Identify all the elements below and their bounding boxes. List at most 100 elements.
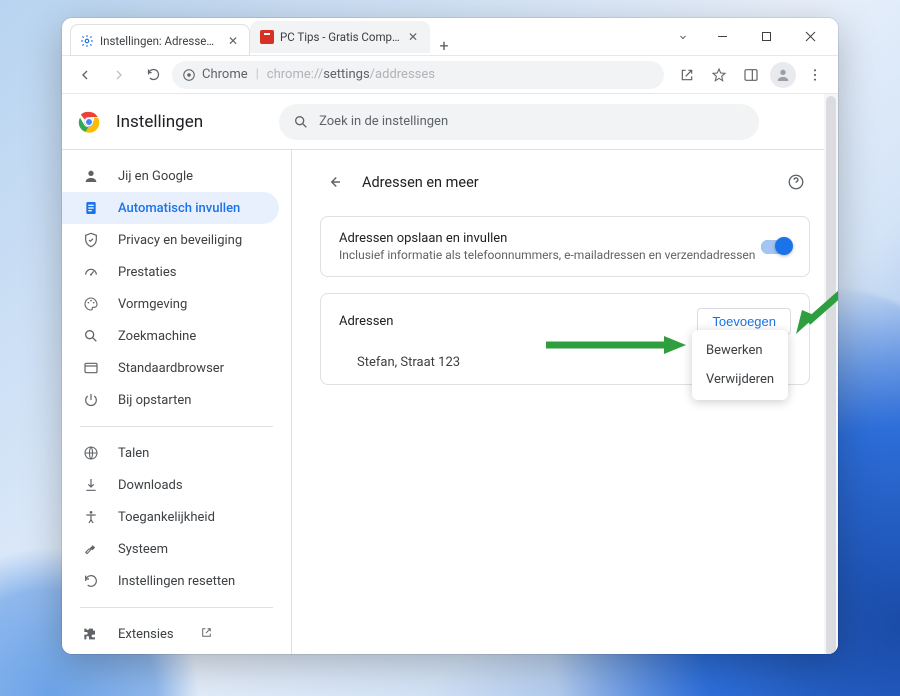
page-title: Instellingen xyxy=(116,112,203,132)
settings-header: Instellingen Zoek in de instellingen xyxy=(62,94,838,150)
context-delete[interactable]: Verwijderen xyxy=(692,365,788,394)
share-icon[interactable] xyxy=(672,60,702,90)
close-button[interactable] xyxy=(788,23,832,51)
url-text: chrome://settings/addresses xyxy=(267,67,435,82)
close-icon[interactable]: ✕ xyxy=(406,30,420,44)
extension-icon xyxy=(82,625,100,643)
settings-page: Instellingen Zoek in de instellingen Jij… xyxy=(62,94,838,654)
sidebar-label: Automatisch invullen xyxy=(118,201,240,216)
address-context-menu: Bewerken Verwijderen xyxy=(692,330,788,400)
palette-icon xyxy=(82,295,100,313)
reload-button[interactable] xyxy=(138,60,168,90)
browser-icon xyxy=(82,359,100,377)
row-title: Adressen opslaan en invullen xyxy=(339,231,761,246)
sidebar-label: Systeem xyxy=(118,542,168,557)
forward-button[interactable] xyxy=(104,60,134,90)
external-link-icon xyxy=(200,626,213,643)
annotation-arrow xyxy=(546,336,686,354)
settings-body: Jij en Google Automatisch invullen Priva… xyxy=(62,150,838,654)
address-text: Stefan, Straat 123 xyxy=(357,355,460,370)
annotation-arrow xyxy=(794,290,838,334)
sidebar-label: Bij opstarten xyxy=(118,393,191,408)
bookmark-icon[interactable] xyxy=(704,60,734,90)
back-arrow-button[interactable] xyxy=(320,168,348,196)
settings-main: Adressen en meer Adressen opslaan en inv… xyxy=(292,150,838,654)
search-icon xyxy=(293,114,309,130)
menu-icon[interactable] xyxy=(800,60,830,90)
tab-settings[interactable]: Instellingen: Adressen en meer ✕ xyxy=(70,24,250,56)
sidebar-item-search-engine[interactable]: Zoekmachine xyxy=(62,320,279,352)
tab-title: Instellingen: Adressen en meer xyxy=(100,34,220,48)
sidebar-item-appearance[interactable]: Vormgeving xyxy=(62,288,279,320)
sidebar-item-extensions[interactable]: Extensies xyxy=(62,618,279,650)
search-icon xyxy=(82,327,100,345)
site-icon xyxy=(260,30,274,44)
sidebar-item-privacy[interactable]: Privacy en beveiliging xyxy=(62,224,279,256)
tab-search-button[interactable] xyxy=(666,18,700,55)
download-icon xyxy=(82,476,100,494)
wrench-icon xyxy=(82,540,100,558)
section-header: Adressen en meer xyxy=(320,168,810,196)
titlebar: Instellingen: Adressen en meer ✕ PC Tips… xyxy=(62,18,838,56)
tab-strip: Instellingen: Adressen en meer ✕ PC Tips… xyxy=(62,18,666,55)
sidebar-item-system[interactable]: Systeem xyxy=(62,533,279,565)
tab-pctips[interactable]: PC Tips - Gratis Computer Tips. ✕ xyxy=(250,21,430,53)
power-icon xyxy=(82,391,100,409)
maximize-button[interactable] xyxy=(744,23,788,51)
sidebar-item-accessibility[interactable]: Toegankelijkheid xyxy=(62,501,279,533)
save-addresses-card: Adressen opslaan en invullen Inclusief i… xyxy=(320,216,810,277)
row-text: Adressen opslaan en invullen Inclusief i… xyxy=(339,231,761,262)
globe-icon xyxy=(82,444,100,462)
sidebar-label: Extensies xyxy=(118,627,174,642)
site-info-icon[interactable]: Chrome xyxy=(182,67,248,82)
tab-title: PC Tips - Gratis Computer Tips. xyxy=(280,30,400,44)
sidebar-label: Toegankelijkheid xyxy=(118,510,215,525)
chrome-window: Instellingen: Adressen en meer ✕ PC Tips… xyxy=(62,18,838,654)
search-placeholder: Zoek in de instellingen xyxy=(319,114,448,129)
sidebar-item-reset[interactable]: Instellingen resetten xyxy=(62,565,279,597)
section-title: Adressen en meer xyxy=(362,174,768,191)
sidebar-label: Instellingen resetten xyxy=(118,574,235,589)
close-icon[interactable]: ✕ xyxy=(226,34,240,48)
sidebar-label: Vormgeving xyxy=(118,297,187,312)
back-button[interactable] xyxy=(70,60,100,90)
context-edit[interactable]: Bewerken xyxy=(692,336,788,365)
sidebar-label: Talen xyxy=(118,446,149,461)
gear-icon xyxy=(80,34,94,48)
sidebar-item-you-and-google[interactable]: Jij en Google xyxy=(62,160,279,192)
row-subtitle: Inclusief informatie als telefoonnummers… xyxy=(339,248,761,262)
separator xyxy=(80,426,273,427)
settings-sidebar: Jij en Google Automatisch invullen Priva… xyxy=(62,150,292,654)
new-tab-button[interactable]: + xyxy=(430,36,458,55)
help-icon[interactable] xyxy=(782,168,810,196)
restore-icon xyxy=(82,572,100,590)
person-icon xyxy=(82,167,100,185)
sidebar-item-about[interactable]: Over Chrome xyxy=(62,650,279,654)
sidebar-item-performance[interactable]: Prestaties xyxy=(62,256,279,288)
addresses-heading: Adressen xyxy=(339,314,697,329)
sidebar-label: Jij en Google xyxy=(118,169,193,184)
separator xyxy=(80,607,273,608)
profile-button[interactable] xyxy=(768,60,798,90)
save-addresses-row: Adressen opslaan en invullen Inclusief i… xyxy=(321,217,809,276)
sidebar-label: Prestaties xyxy=(118,265,176,280)
side-panel-icon[interactable] xyxy=(736,60,766,90)
minimize-button[interactable] xyxy=(700,23,744,51)
scrollbar-thumb[interactable] xyxy=(826,96,836,654)
scrollbar[interactable] xyxy=(824,94,838,654)
sidebar-item-autofill[interactable]: Automatisch invullen xyxy=(62,192,279,224)
address-bar[interactable]: Chrome | chrome://settings/addresses xyxy=(172,61,664,89)
shield-icon xyxy=(82,231,100,249)
sidebar-label: Privacy en beveiliging xyxy=(118,233,242,248)
sidebar-item-on-startup[interactable]: Bij opstarten xyxy=(62,384,279,416)
sidebar-item-default-browser[interactable]: Standaardbrowser xyxy=(62,352,279,384)
window-controls xyxy=(700,18,838,55)
save-addresses-toggle[interactable] xyxy=(761,240,791,254)
toolbar-actions xyxy=(668,60,830,90)
assignment-icon xyxy=(82,199,100,217)
sidebar-item-languages[interactable]: Talen xyxy=(62,437,279,469)
sidebar-label: Downloads xyxy=(118,478,183,493)
sidebar-item-downloads[interactable]: Downloads xyxy=(62,469,279,501)
host-label: Chrome xyxy=(202,67,248,82)
settings-search[interactable]: Zoek in de instellingen xyxy=(279,104,759,140)
